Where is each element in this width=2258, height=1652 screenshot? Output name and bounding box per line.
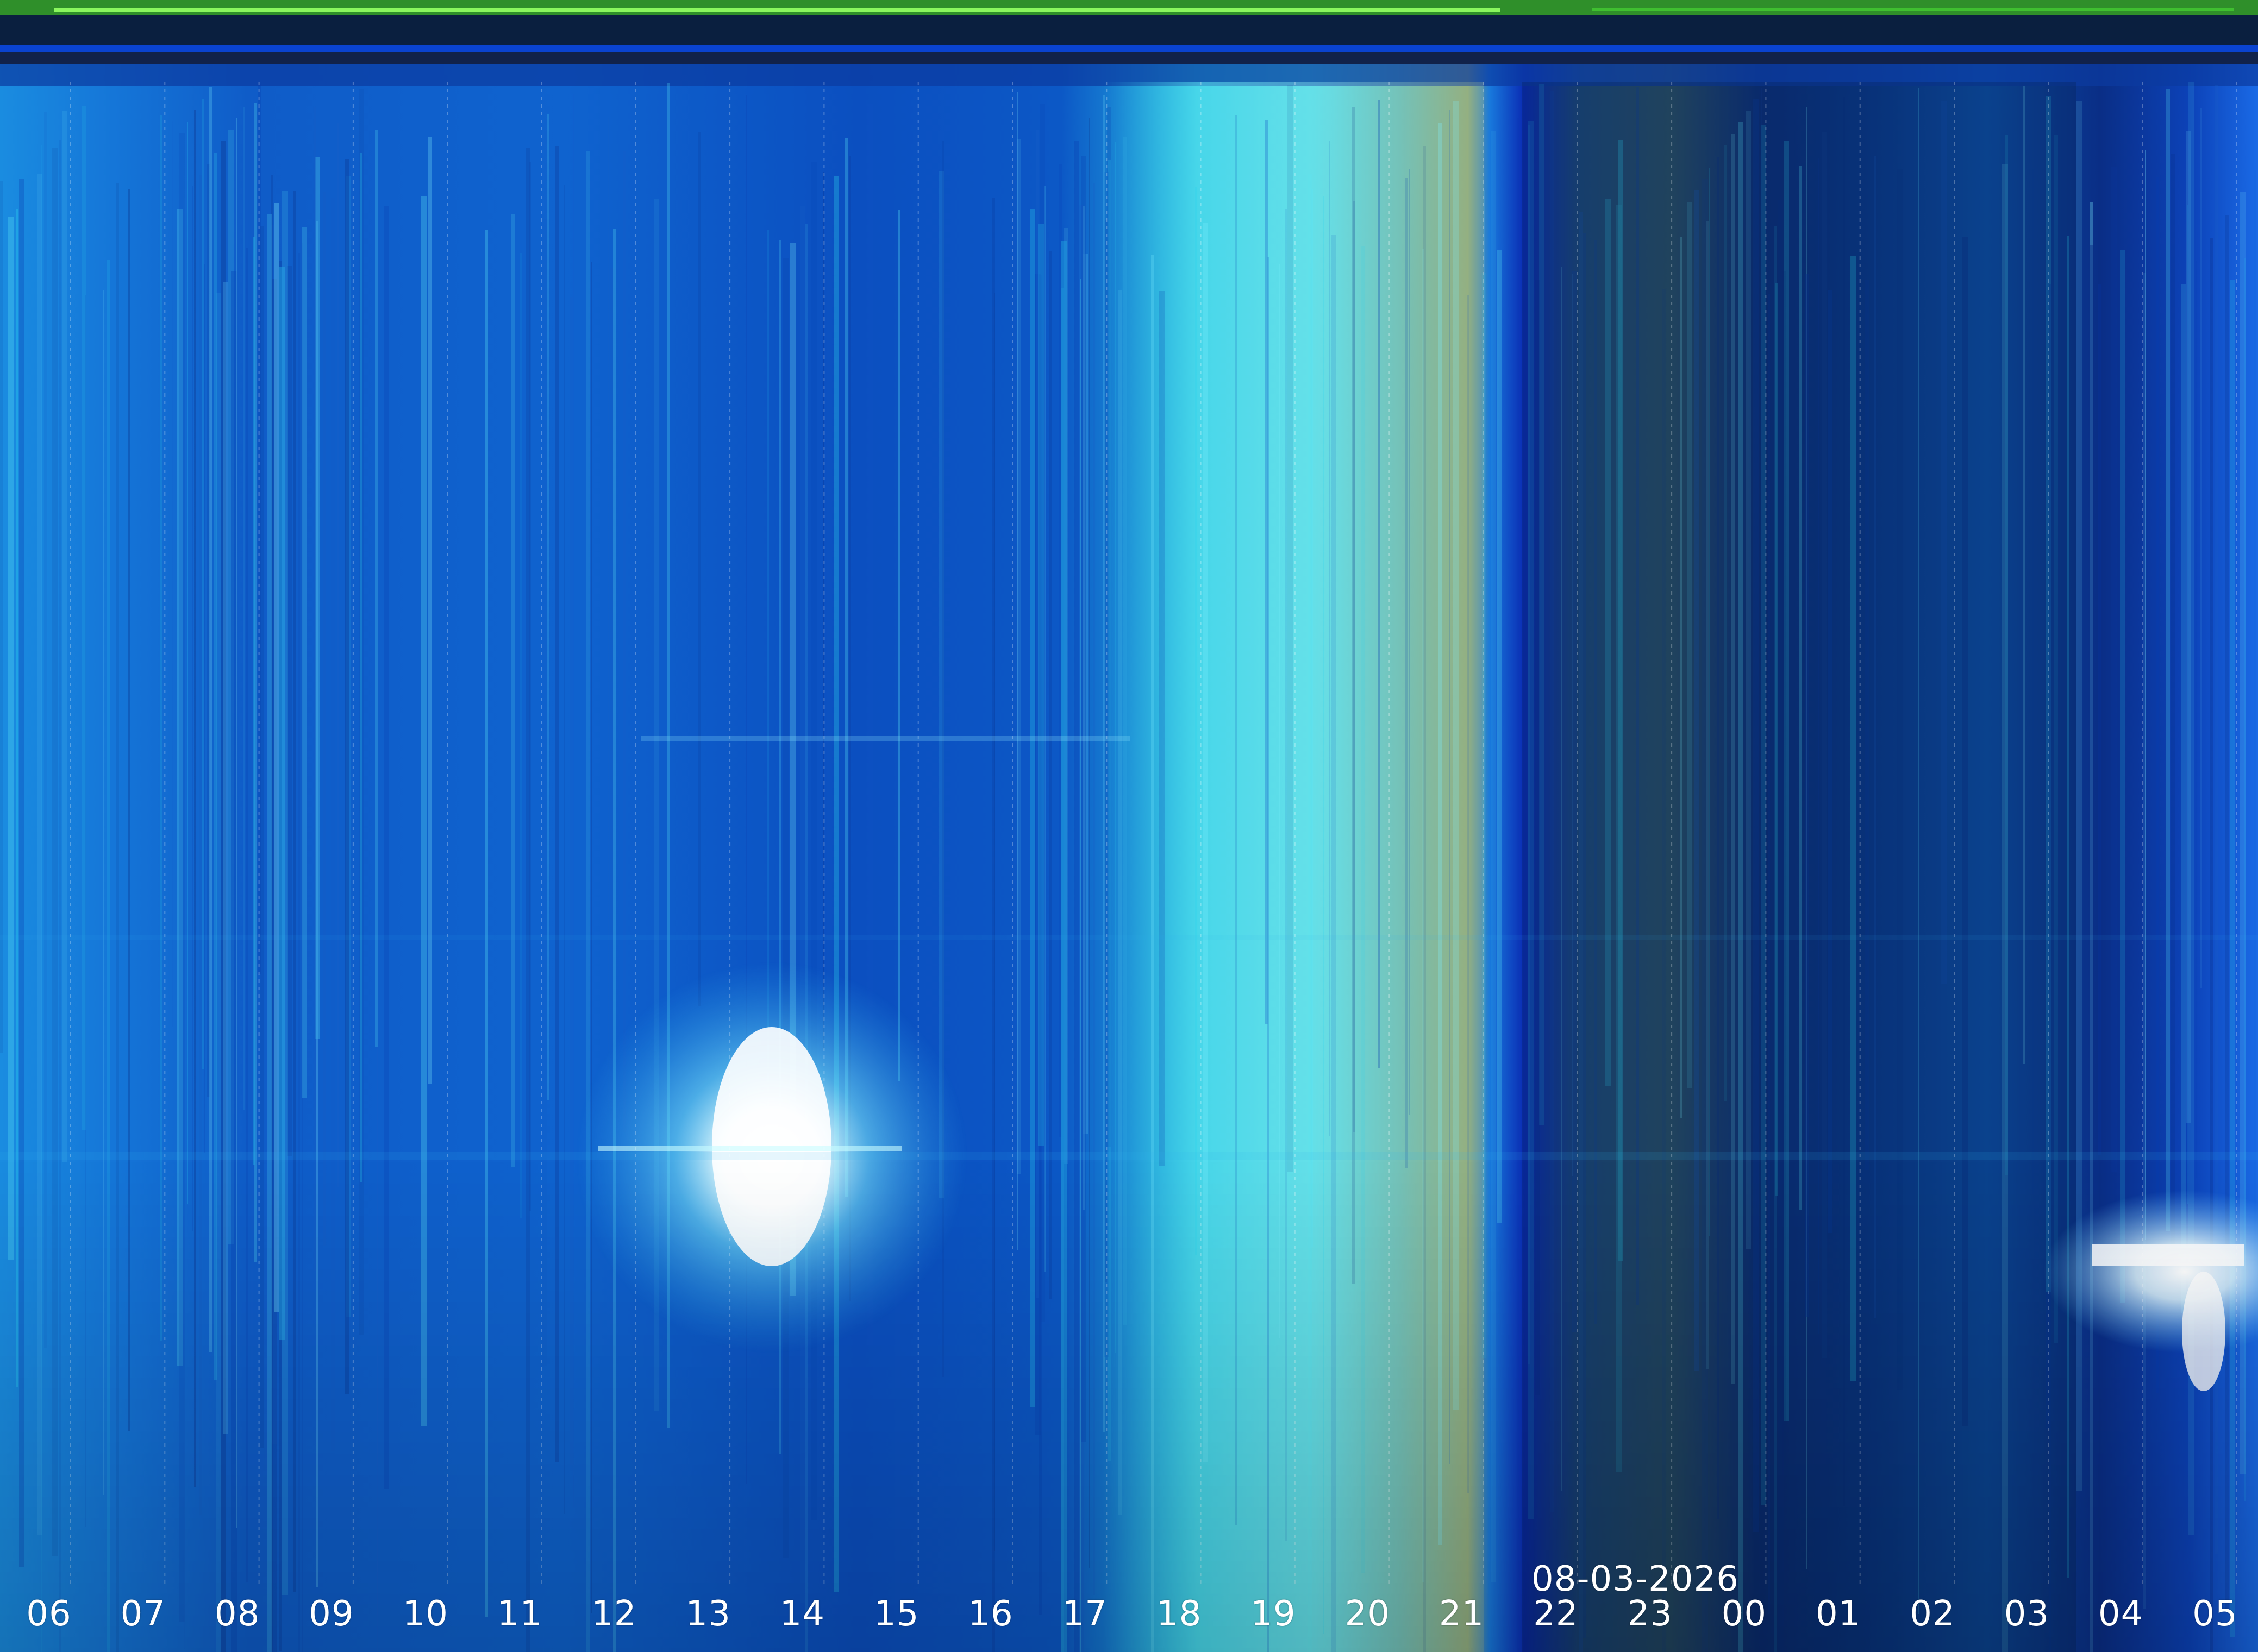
hour-label-19: 19: [1250, 1594, 1296, 1634]
hour-label-05: 05: [2192, 1594, 2238, 1634]
hour-label-20: 20: [1344, 1594, 1390, 1634]
hour-label-12: 12: [591, 1594, 637, 1634]
hour-label-18: 18: [1156, 1594, 1202, 1634]
hour-label-15: 15: [873, 1594, 920, 1634]
keogram-image: [0, 0, 2258, 1652]
hour-label-21: 21: [1438, 1594, 1485, 1634]
hour-label-07: 07: [120, 1594, 166, 1634]
hour-label-06: 06: [26, 1594, 72, 1634]
hour-label-16: 16: [968, 1594, 1014, 1634]
hour-label-13: 13: [685, 1594, 731, 1634]
hour-label-09: 09: [309, 1594, 354, 1634]
hour-label-03: 03: [2004, 1594, 2050, 1634]
hour-label-04: 04: [2098, 1594, 2144, 1634]
hour-label-10: 10: [403, 1594, 448, 1634]
hour-label-17: 17: [1062, 1594, 1108, 1634]
hour-label-22: 22: [1533, 1594, 1579, 1634]
hour-label-08: 08: [214, 1594, 260, 1634]
hour-label-23: 23: [1627, 1594, 1673, 1634]
hour-label-01: 01: [1815, 1594, 1861, 1634]
hour-label-14: 14: [779, 1594, 825, 1634]
date-label: 08-03-2026: [1531, 1559, 1739, 1599]
hour-label-02: 02: [1910, 1594, 1955, 1634]
hour-label-11: 11: [497, 1594, 543, 1634]
hour-label-00: 00: [1721, 1594, 1767, 1634]
